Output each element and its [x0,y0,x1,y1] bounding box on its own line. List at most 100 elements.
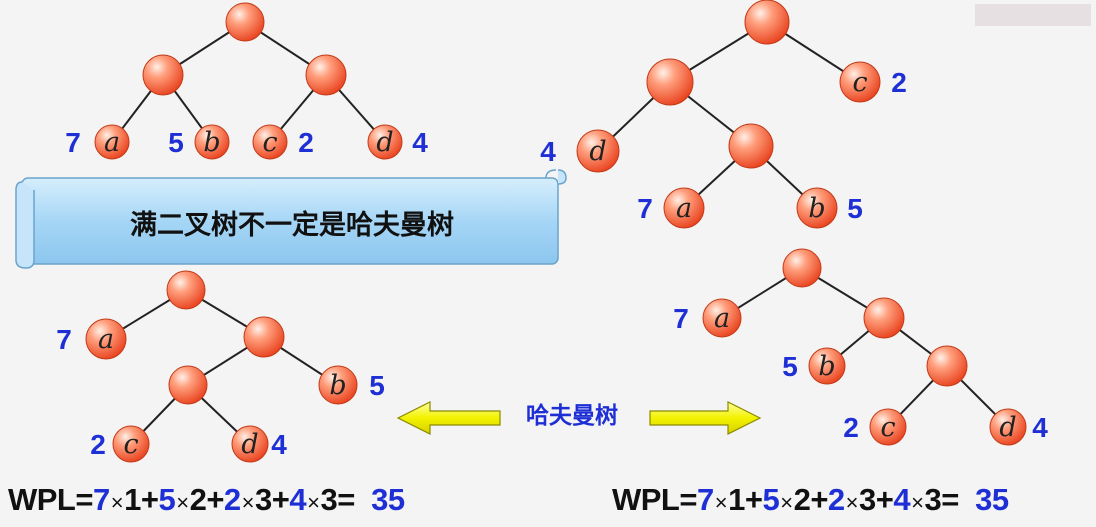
tree-full-binary-leaf-a: a7 [65,124,130,160]
wpl-operator: + [206,482,224,517]
wpl-prefix: WPL= [612,482,697,517]
leaf-weight: 4 [1032,412,1048,443]
leaf-letter: a [104,127,120,158]
tree-full-binary-internal-node [142,54,184,96]
leaf-weight: 4 [540,136,556,167]
tree-bottom-left-leaf-d: d4 [231,425,287,463]
double-arrow-left-icon [396,401,501,435]
wpl-operator: = [941,482,959,517]
times-sign: × [911,490,924,515]
wpl-depth: 1 [124,482,141,517]
tree-full-binary-leaf-b: b5 [168,124,230,160]
leaf-weight: 7 [637,193,653,224]
tree-bottom-left-internal-node [243,316,285,358]
wpl-depth: 2 [793,482,811,517]
wpl-depth: 3 [255,482,272,517]
times-sign: × [307,490,320,515]
leaf-weight: 2 [298,127,314,158]
leaf-letter: a [98,324,114,355]
tree-top-right-leaf-d: d4 [540,129,620,173]
leaf-weight: 7 [65,127,81,158]
tree-bottom-right-leaf-d: d4 [989,408,1048,446]
tree-bottom-left-internal-node [168,365,208,405]
wpl-weight: 5 [762,482,780,517]
tree-top-right-leaf-a: a7 [637,187,705,229]
tree-top-right-leaf-c: c2 [839,61,907,103]
leaf-weight: 5 [168,127,184,158]
wpl-weight: 7 [696,482,714,517]
leaf-letter: b [329,370,346,401]
wpl-operator: + [875,482,894,517]
wpl-result: 35 [371,482,405,517]
leaf-weight: 7 [673,303,689,334]
leaf-letter: b [818,351,835,382]
leaf-letter: a [714,303,730,334]
tree-top-right-internal-node [728,123,774,169]
double-arrow-right-icon [649,401,762,435]
tree-bottom-right-leaf-a: a7 [673,298,742,338]
wpl-formula-right: WPL=7×1+5×2+2×3+4×3= 35 [612,482,1009,518]
tree-bottom-left-leaf-c: c2 [90,425,150,463]
tree-bottom-right-internal-node [926,345,968,387]
huffman-tree-label: 哈夫曼树 [502,395,642,431]
wpl-formula-left: WPL=7×1+5×2+2×3+4×3= 35 [8,482,405,518]
wpl-depth: 2 [189,482,207,517]
leaf-letter: d [589,136,606,167]
leaf-letter: c [852,67,867,98]
leaf-weight: 4 [271,429,287,460]
wpl-weight: 4 [289,482,307,517]
tree-top-right-leaf-b: b5 [796,187,863,229]
leaf-letter: b [203,127,220,158]
times-sign: × [241,490,255,515]
tree-top-right-internal-node [646,58,694,106]
tree-bottom-right-internal-node [863,297,905,339]
tree-full-binary-leaf-c: c2 [252,124,314,160]
tree-top-right-internal-node [744,0,790,45]
tree-bottom-left-leaf-b: b5 [318,365,385,405]
tree-bottom-right-internal-node [782,248,822,288]
tree-full-binary-internal-node [225,2,265,42]
wpl-weight: 2 [827,482,845,517]
tree-bottom-left-leaf-a: a7 [56,318,127,360]
wpl-operator: + [140,482,159,517]
leaf-weight: 7 [56,324,72,355]
leaf-letter: a [676,193,692,224]
tree-full-binary-internal-node [305,54,347,96]
tree-full-binary-leaf-d: d4 [367,124,428,160]
leaf-weight: 2 [891,67,907,98]
wpl-operator: + [810,482,828,517]
wpl-depth: 3 [320,482,338,517]
leaf-weight: 4 [412,127,428,158]
leaf-letter: b [808,193,825,224]
leaf-weight: 2 [843,412,859,443]
times-sign: × [845,490,859,515]
wpl-weight: 4 [893,482,911,517]
wpl-weight: 7 [92,482,110,517]
leaf-letter: d [241,429,258,460]
leaf-weight: 5 [369,370,385,401]
wpl-weight: 2 [223,482,241,517]
times-sign: × [780,490,793,515]
wpl-prefix: WPL= [8,482,93,517]
times-sign: × [110,490,124,515]
leaf-weight: 2 [90,429,106,460]
wpl-depth: 3 [924,482,942,517]
leaf-letter: c [880,412,895,443]
leaf-weight: 5 [782,351,798,382]
wpl-depth: 1 [728,482,745,517]
corner-blur [975,4,1091,26]
wpl-result: 35 [975,482,1009,517]
diagram-canvas: a7 b5 c 2 d 4c 2d4a7 b 5a7b 5c2 d 4a7b5c2 d 4 [15,0,1091,463]
wpl-depth: 3 [859,482,876,517]
banner-text: 满二叉树不一定是哈夫曼树 [130,209,454,241]
times-sign: × [714,490,728,515]
leaf-letter: c [123,429,138,460]
leaf-weight: 5 [847,193,863,224]
tree-bottom-left-internal-node [166,270,206,310]
wpl-operator: + [271,482,290,517]
wpl-operator: + [744,482,763,517]
leaf-letter: d [999,412,1016,443]
tree-bottom-right-leaf-c: c2 [843,408,907,446]
tree-bottom-right-leaf-b: b5 [782,347,846,385]
leaf-letter: d [376,127,393,158]
